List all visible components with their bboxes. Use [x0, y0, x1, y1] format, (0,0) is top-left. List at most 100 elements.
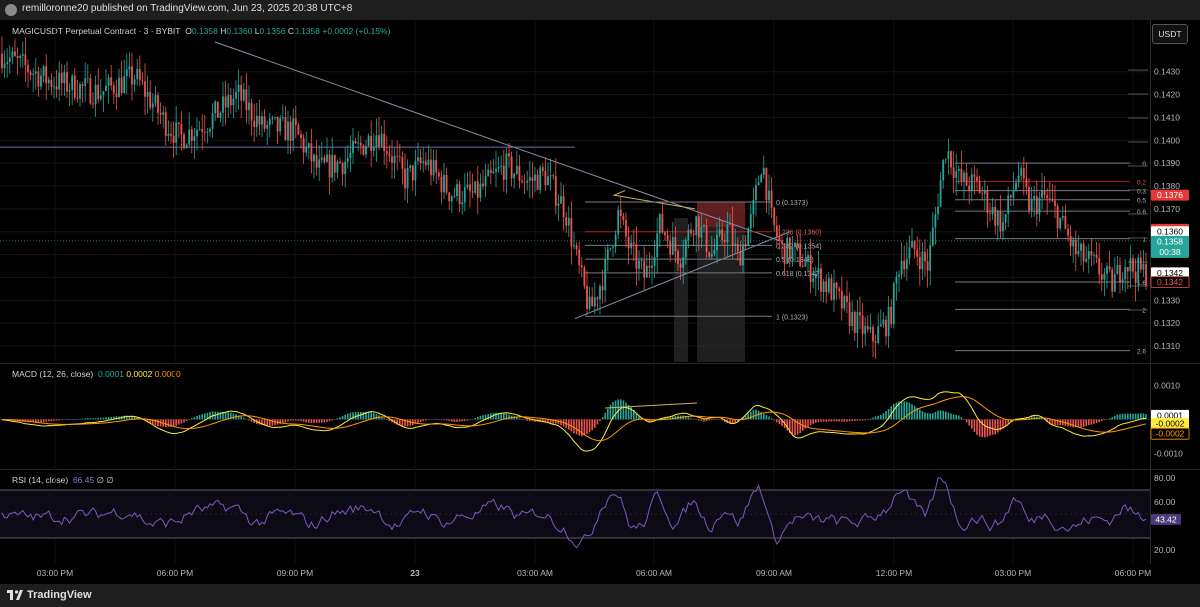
macd-histogram-bar: [921, 411, 924, 420]
macd-histogram-bar: [37, 419, 40, 423]
candle-body: [882, 319, 885, 325]
macd-histogram-bar: [315, 419, 318, 423]
candle-body: [518, 165, 521, 181]
candle-body: [146, 91, 149, 97]
macd-histogram-bar: [588, 419, 591, 433]
candle-body: [521, 180, 523, 183]
macd-histogram-bar: [193, 417, 196, 420]
macd-histogram-bar: [344, 414, 346, 420]
macd-histogram-bar: [53, 419, 55, 421]
candle-body: [274, 116, 276, 118]
candle-body: [463, 187, 466, 203]
macd-histogram-bar: [341, 415, 344, 420]
macd-histogram-bar: [1051, 419, 1054, 425]
candle-body: [456, 184, 458, 196]
macd-histogram-bar: [526, 419, 528, 421]
fib-left-label: 0.236 (0.1360): [776, 230, 822, 237]
candle-body: [216, 101, 219, 118]
macd-histogram-bar: [822, 419, 825, 422]
candle-body: [1067, 229, 1069, 236]
candle-body: [276, 116, 279, 132]
candle-body: [856, 312, 859, 333]
candle-body: [1054, 200, 1056, 207]
macd-histogram-bar: [367, 411, 370, 420]
macd-histogram-bar: [807, 419, 809, 427]
candle-body: [729, 223, 731, 225]
macd-histogram-bar: [1121, 413, 1124, 420]
macd-histogram-bar: [479, 415, 482, 420]
candle-body: [414, 161, 417, 181]
macd-histogram-bar: [750, 411, 752, 420]
candle-body: [952, 167, 955, 178]
macd-histogram-bar: [791, 419, 794, 436]
macd-histogram-bar: [383, 418, 385, 420]
macd-histogram-bar: [997, 419, 999, 433]
macd-histogram-bar: [94, 418, 97, 420]
candle-body: [864, 325, 867, 335]
candle-body: [541, 167, 544, 171]
candle-body: [700, 226, 703, 238]
macd-histogram-bar: [984, 419, 986, 438]
macd-histogram-bar: [947, 412, 950, 420]
macd-histogram-bar: [778, 419, 781, 425]
candle-body: [1082, 243, 1085, 262]
macd-histogram-bar: [770, 418, 773, 420]
candle-body: [476, 181, 479, 198]
candle-body: [664, 232, 666, 236]
candle-body: [635, 243, 638, 269]
macd-histogram-bar: [1080, 419, 1082, 428]
candle-body: [1059, 217, 1062, 229]
candle-body: [630, 242, 633, 249]
fib-right-label: 2: [1142, 307, 1146, 314]
macd-histogram-bar: [318, 419, 320, 423]
candle-body: [1142, 263, 1145, 270]
candle-body: [1051, 199, 1054, 201]
candle-body: [427, 159, 430, 166]
macd-histogram-bar: [703, 419, 705, 422]
candle-body: [1090, 251, 1093, 256]
macd-histogram-bar: [76, 418, 79, 420]
candle-body: [86, 78, 89, 80]
chart-area[interactable]: MAGICUSDT Perpetual Contract · 3 · BYBIT…: [0, 20, 1200, 584]
chart-canvas[interactable]: 0.14300.14200.14100.14000.13900.13800.13…: [0, 20, 1200, 584]
macd-histogram-bar: [838, 419, 840, 422]
fib-right-label: 2.6: [1137, 349, 1146, 356]
candle-body: [921, 251, 924, 270]
candle-body: [47, 79, 50, 84]
candle-body: [393, 155, 396, 163]
candle-body: [1022, 168, 1025, 179]
macd-histogram-bar: [929, 413, 931, 420]
macd-histogram-bar: [1137, 413, 1139, 420]
candle-body: [859, 312, 861, 316]
price-tick-label: 0.1400: [1154, 135, 1180, 145]
candle-body: [188, 129, 191, 145]
fib-left-label: 1 (0.1323): [776, 314, 808, 321]
candle-body: [479, 183, 482, 198]
macd-tick-label: 0.0010: [1154, 380, 1180, 390]
candle-body: [250, 102, 253, 121]
candle-body: [1017, 175, 1020, 183]
brand-name: TradingView: [27, 589, 92, 601]
macd-histogram-bar: [503, 413, 505, 420]
macd-histogram-bar: [573, 419, 575, 434]
candle-body: [162, 112, 165, 115]
macd-histogram-bar: [74, 419, 76, 420]
macd-histogram-bar: [981, 419, 983, 438]
candle-body: [307, 143, 310, 147]
candle-body: [471, 191, 474, 193]
candle-body: [710, 253, 713, 257]
candle-body: [118, 77, 120, 98]
candle-body: [68, 89, 71, 92]
candle-body: [534, 174, 536, 181]
candle-body: [960, 168, 963, 182]
candle-body: [684, 240, 687, 258]
macd-histogram-bar: [692, 419, 695, 420]
macd-histogram-bar: [300, 419, 302, 422]
candle-body: [16, 55, 19, 59]
candle-body: [232, 98, 235, 106]
candle-body: [32, 73, 35, 75]
candle-body: [406, 168, 409, 189]
macd-histogram-bar: [575, 419, 578, 435]
candle-body: [401, 156, 404, 169]
macd-histogram-bar: [1124, 413, 1126, 420]
